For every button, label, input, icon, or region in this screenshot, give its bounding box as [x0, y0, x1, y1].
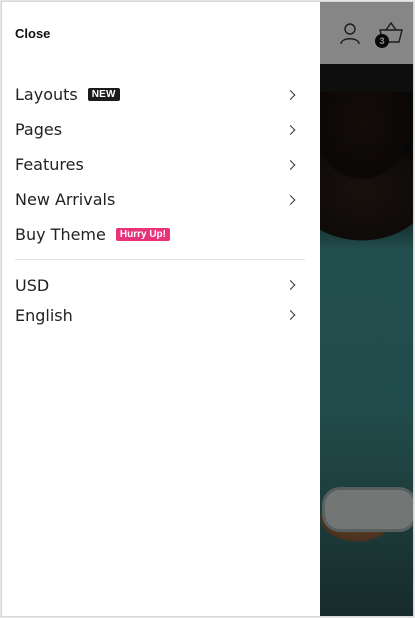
language-label: English [15, 305, 73, 325]
currency-label: USD [15, 275, 50, 295]
menu-item-label: Layouts [15, 85, 78, 104]
menu-item-label: Pages [15, 120, 63, 139]
menu-item-new-arrivals[interactable]: New Arrivals [2, 182, 320, 217]
new-badge: NEW [87, 88, 120, 101]
menu-item-label: Buy Theme [15, 225, 106, 244]
language-selector[interactable]: English [2, 300, 320, 330]
chevron-right-icon [285, 89, 296, 100]
close-button[interactable]: Close [15, 26, 50, 41]
page-frame: 3 Close Layouts NEW Pages Features New A… [1, 1, 414, 617]
chevron-right-icon [285, 280, 296, 290]
hurry-up-badge: Hurry Up! [115, 228, 170, 241]
menu-item-buy-theme[interactable]: Buy Theme Hurry Up! [2, 217, 320, 252]
chevron-right-icon [285, 310, 296, 320]
menu-item-label: Features [15, 155, 84, 174]
menu-divider [15, 259, 305, 260]
chevron-right-icon [285, 194, 296, 205]
main-menu: Layouts NEW Pages Features New Arrivals … [2, 77, 320, 252]
chevron-right-icon [285, 124, 296, 135]
settings-menu: USD English [2, 270, 320, 330]
menu-item-features[interactable]: Features [2, 147, 320, 182]
menu-item-pages[interactable]: Pages [2, 112, 320, 147]
chevron-right-icon [285, 159, 296, 170]
currency-selector[interactable]: USD [2, 270, 320, 300]
menu-item-layouts[interactable]: Layouts NEW [2, 77, 320, 112]
menu-item-label: New Arrivals [15, 190, 116, 209]
mobile-menu-drawer: Close Layouts NEW Pages Features New Arr… [2, 2, 320, 616]
